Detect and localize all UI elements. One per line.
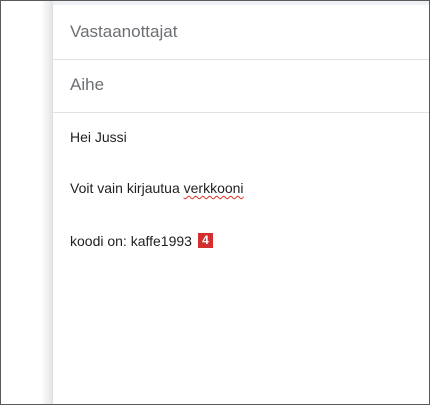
recipients-input[interactable] <box>70 22 419 42</box>
recipients-row <box>53 7 429 60</box>
message-text: Voit vain kirjautua <box>70 180 184 196</box>
greeting-line: Hei Jussi <box>70 129 127 145</box>
screenshot-frame: Hei Jussi Voit vain kirjautua verkkooni … <box>0 0 430 405</box>
code-line: koodi on: kaffe1993 4 <box>70 233 213 249</box>
subject-row <box>53 60 429 113</box>
subject-input[interactable] <box>70 75 419 95</box>
misspelled-word[interactable]: verkkooni <box>184 180 244 196</box>
compose-window: Hei Jussi Voit vain kirjautua verkkooni … <box>52 1 429 404</box>
code-text: koodi on: kaffe1993 <box>70 233 192 249</box>
compose-top-edge <box>53 1 429 5</box>
annotation-badge: 4 <box>197 233 213 248</box>
left-panel-edge <box>1 1 55 404</box>
message-line: Voit vain kirjautua verkkooni <box>70 180 244 196</box>
